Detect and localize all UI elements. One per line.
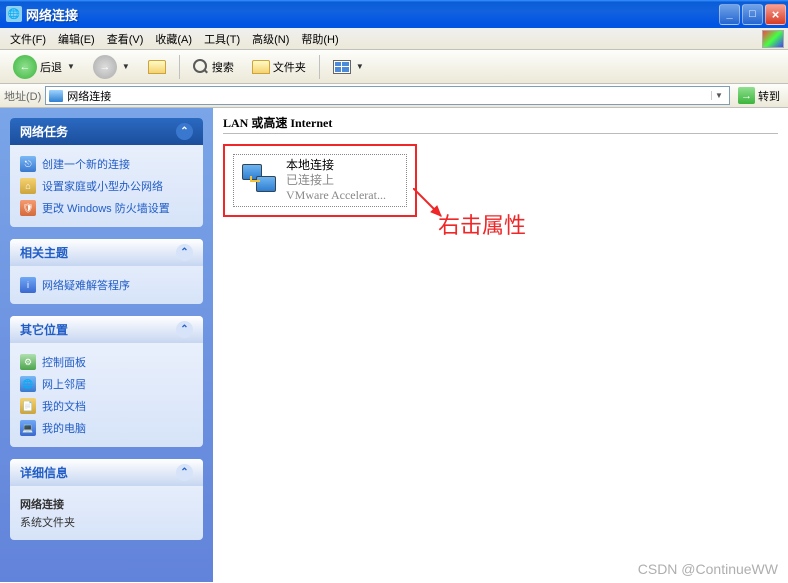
address-bar: 地址(D) 网络连接 ▼ → 转到 — [0, 84, 788, 108]
go-label: 转到 — [758, 88, 780, 104]
back-arrow-icon: ← — [13, 55, 37, 79]
maximize-button[interactable]: □ — [742, 4, 763, 25]
back-label: 后退 — [40, 59, 62, 75]
search-label: 搜索 — [212, 59, 234, 75]
window-title: 网络连接 — [26, 5, 719, 24]
task-new-connection[interactable]: ⎋创建一个新的连接 — [20, 153, 193, 175]
info-icon: i — [20, 277, 36, 293]
back-button[interactable]: ← 后退 ▼ — [6, 51, 82, 83]
menu-advanced[interactable]: 高级(N) — [246, 29, 295, 49]
folder-icon — [252, 60, 270, 74]
menu-bar: 文件(F) 编辑(E) 查看(V) 收藏(A) 工具(T) 高级(N) 帮助(H… — [0, 28, 788, 50]
details-panel: 详细信息 ⌃ 网络连接 系统文件夹 — [10, 459, 203, 540]
separator — [319, 55, 320, 79]
place-my-computer[interactable]: 💻我的电脑 — [20, 417, 193, 439]
folders-label: 文件夹 — [273, 59, 306, 75]
chevron-down-icon: ▼ — [356, 62, 364, 71]
separator — [179, 55, 180, 79]
app-icon: 🌐 — [6, 6, 22, 22]
collapse-icon: ⌃ — [176, 321, 193, 338]
close-button[interactable]: × — [765, 4, 786, 25]
minimize-button[interactable]: _ — [719, 4, 740, 25]
network-icon: 🌐 — [20, 376, 36, 392]
connection-item-local[interactable]: 本地连接 已连接上 VMware Accelerat... — [233, 154, 407, 207]
task-firewall[interactable]: 🛡更改 Windows 防火墙设置 — [20, 197, 193, 219]
toolbar: ← 后退 ▼ → ▼ 搜索 文件夹 ▼ — [0, 50, 788, 84]
connection-icon: ⎋ — [20, 156, 36, 172]
connection-name: 本地连接 — [286, 158, 386, 173]
home-network-icon: ⌂ — [20, 178, 36, 194]
collapse-icon: ⌃ — [176, 123, 193, 140]
location-icon — [49, 90, 63, 102]
menu-tools[interactable]: 工具(T) — [198, 29, 246, 49]
forward-button[interactable]: → ▼ — [86, 51, 137, 83]
menu-help[interactable]: 帮助(H) — [295, 29, 344, 49]
network-tasks-panel: 网络任务 ⌃ ⎋创建一个新的连接 ⌂设置家庭或小型办公网络 🛡更改 Window… — [10, 118, 203, 227]
forward-arrow-icon: → — [93, 55, 117, 79]
connection-status: 已连接上 — [286, 173, 386, 188]
task-home-network[interactable]: ⌂设置家庭或小型办公网络 — [20, 175, 193, 197]
control-panel-icon: ⚙ — [20, 354, 36, 370]
place-my-documents[interactable]: 📄我的文档 — [20, 395, 193, 417]
search-icon — [193, 59, 209, 75]
category-header: LAN 或高速 Internet — [223, 112, 778, 134]
chevron-down-icon: ▼ — [67, 62, 75, 71]
views-button[interactable]: ▼ — [326, 56, 371, 78]
detail-name: 网络连接 — [20, 496, 193, 512]
panel-header[interactable]: 网络任务 ⌃ — [10, 118, 203, 145]
chevron-down-icon[interactable]: ▼ — [711, 91, 726, 100]
related-troubleshoot[interactable]: i网络疑难解答程序 — [20, 274, 193, 296]
chevron-down-icon: ▼ — [122, 62, 130, 71]
address-label: 地址(D) — [4, 88, 41, 104]
menu-favorites[interactable]: 收藏(A) — [149, 29, 198, 49]
firewall-icon: 🛡 — [20, 200, 36, 216]
related-topics-panel: 相关主题 ⌃ i网络疑难解答程序 — [10, 239, 203, 304]
tasks-sidebar: 网络任务 ⌃ ⎋创建一个新的连接 ⌂设置家庭或小型办公网络 🛡更改 Window… — [0, 108, 213, 582]
place-control-panel[interactable]: ⚙控制面板 — [20, 351, 193, 373]
panel-title: 相关主题 — [20, 244, 68, 261]
panel-header[interactable]: 相关主题 ⌃ — [10, 239, 203, 266]
panel-header[interactable]: 其它位置 ⌃ — [10, 316, 203, 343]
collapse-icon: ⌃ — [176, 244, 193, 261]
menu-file[interactable]: 文件(F) — [4, 29, 52, 49]
watermark: CSDN @ContinueWW — [638, 561, 778, 577]
connection-device: VMware Accelerat... — [286, 188, 386, 203]
folder-up-icon — [148, 60, 166, 74]
panel-title: 网络任务 — [20, 123, 68, 140]
menu-view[interactable]: 查看(V) — [101, 29, 150, 49]
documents-icon: 📄 — [20, 398, 36, 414]
main-content: LAN 或高速 Internet 本地连接 已连接上 VMware Accele… — [213, 108, 788, 582]
lan-connection-icon — [240, 164, 278, 198]
up-button[interactable] — [141, 56, 173, 78]
windows-logo-icon — [762, 30, 784, 48]
panel-header[interactable]: 详细信息 ⌃ — [10, 459, 203, 486]
address-value: 网络连接 — [67, 88, 707, 104]
window-titlebar: 🌐 网络连接 _ □ × — [0, 0, 788, 28]
computer-icon: 💻 — [20, 420, 36, 436]
panel-title: 其它位置 — [20, 321, 68, 338]
folders-button[interactable]: 文件夹 — [245, 55, 313, 79]
place-network-places[interactable]: 🌐网上邻居 — [20, 373, 193, 395]
detail-type: 系统文件夹 — [20, 514, 193, 530]
panel-title: 详细信息 — [20, 464, 68, 481]
go-button[interactable]: → 转到 — [734, 86, 784, 105]
menu-edit[interactable]: 编辑(E) — [52, 29, 101, 49]
annotation-highlight-box: 本地连接 已连接上 VMware Accelerat... — [223, 144, 417, 217]
annotation-text: 右击属性 — [438, 208, 526, 240]
collapse-icon: ⌃ — [176, 464, 193, 481]
other-places-panel: 其它位置 ⌃ ⚙控制面板 🌐网上邻居 📄我的文档 💻我的电脑 — [10, 316, 203, 447]
search-button[interactable]: 搜索 — [186, 55, 241, 79]
address-input[interactable]: 网络连接 ▼ — [45, 86, 730, 105]
views-icon — [333, 60, 351, 74]
go-arrow-icon: → — [738, 87, 755, 104]
